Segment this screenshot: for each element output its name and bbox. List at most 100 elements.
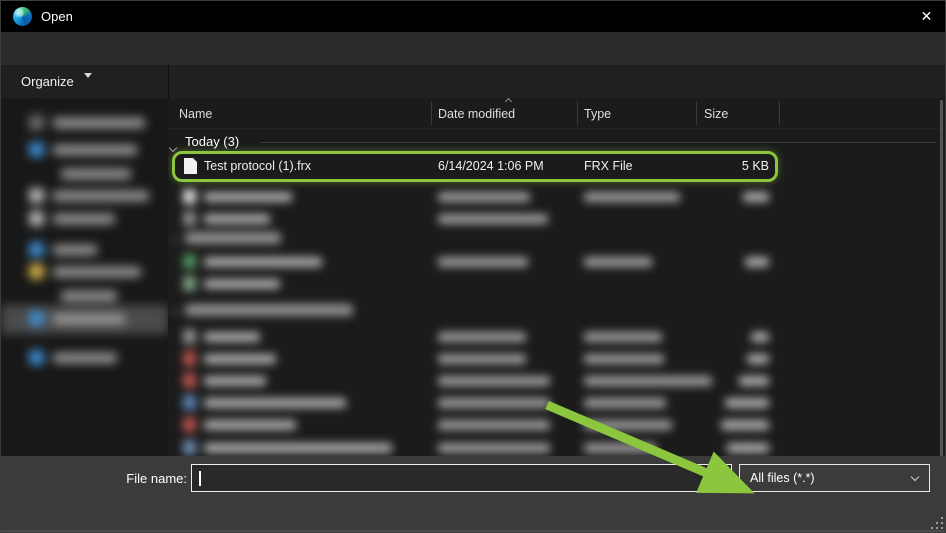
redacted-blob [183,189,196,204]
file-type-select[interactable]: All files (*.*) [739,464,930,492]
sidebar-item-icon [29,142,44,157]
organize-label: Organize [21,74,74,89]
blurred-file-row[interactable] [168,438,938,456]
file-date-modified: 6/14/2024 1:06 PM [438,159,544,173]
redacted-blob [53,118,145,128]
redacted-blob [185,304,353,316]
redacted-blob [183,351,196,366]
vertical-scrollbar[interactable] [940,100,943,456]
sidebar-item-icon [29,242,44,257]
redacted-blob [183,373,196,388]
redacted-blob [438,376,550,386]
file-name: Test protocol (1).frx [204,159,311,173]
sidebar-item-icon [29,311,44,326]
blurred-file-row[interactable] [168,327,938,347]
blurred-file-row[interactable] [168,371,938,391]
sidebar-item[interactable] [1,141,168,161]
redacted-blob [747,354,769,364]
redacted-blob [438,257,528,267]
close-button[interactable]: ✕ [906,1,946,32]
redacted-blob [438,420,550,430]
redacted-blob [751,332,769,342]
file-doc-icon [184,158,197,174]
redacted-blob [53,145,137,155]
redacted-blob [739,376,769,386]
redacted-blob [584,376,712,386]
redacted-blob [204,443,392,453]
redacted-blob [204,192,292,202]
redacted-blob [183,254,196,269]
resize-grip[interactable] [929,517,945,531]
sidebar-item[interactable] [1,187,168,207]
blurred-file-row[interactable] [168,252,938,272]
edge-logo-icon [13,7,32,26]
title-bar: Open ✕ [1,1,946,32]
redacted-blob [584,257,652,267]
redacted-blob [53,245,97,255]
sidebar-item-icon [29,188,44,203]
filename-combo-chevron-icon[interactable] [715,474,723,482]
sidebar-item[interactable] [1,349,168,369]
chevron-down-icon [170,234,178,242]
file-name-label: File name: [119,471,187,486]
redacted-blob [183,395,196,410]
redacted-blob [183,211,196,226]
redacted-blob [183,417,196,432]
blurred-file-row[interactable] [168,393,938,413]
blurred-file-row[interactable] [168,349,938,369]
redacted-blob [438,192,530,202]
redacted-blob [438,214,548,224]
redacted-blob [53,267,141,277]
sidebar-blurred-items [1,98,168,456]
blurred-file-row[interactable] [168,187,938,207]
redacted-blob [721,420,769,430]
redacted-blob [53,353,117,363]
close-icon: ✕ [921,8,933,25]
redacted-blob [438,332,526,342]
sidebar-item[interactable] [1,263,168,283]
redacted-blob [204,214,270,224]
redacted-blob [584,354,664,364]
redacted-blob [204,279,280,289]
sidebar-item-icon [29,350,44,365]
sidebar-item[interactable] [1,241,168,261]
redacted-blob [584,420,672,430]
file-list-area: Name Date modified Type Size Today (3) T… [168,98,946,456]
blurred-file-row[interactable] [168,209,938,229]
redacted-blob [727,443,769,453]
text-cursor [199,471,201,486]
organize-menu-button[interactable]: Organize [21,65,92,98]
open-dialog-window: Open ✕ ← → ↑ › This PC › Downloads ↻ Sea… [0,0,946,533]
filetype-select-chevron-icon [911,473,919,481]
redacted-blob [438,443,550,453]
sidebar-item[interactable] [1,310,168,330]
redacted-blob [61,291,117,301]
sidebar-item[interactable] [1,210,168,230]
command-toolbar: Organize New folder ? [1,65,946,98]
redacted-blob [53,314,125,324]
blurred-file-row[interactable] [168,274,938,294]
redacted-blob [53,214,115,224]
sidebar-item[interactable] [1,114,168,134]
file-row-test-protocol[interactable]: Test protocol (1).frx 6/14/2024 1:06 PM … [168,152,780,181]
file-name-input[interactable] [191,464,732,492]
blurred-file-row[interactable] [168,415,938,435]
file-size: 5 KB [708,159,769,173]
redacted-blob [204,354,276,364]
file-type: FRX File [584,159,633,173]
navigation-bar: ← → ↑ › This PC › Downloads ↻ Search Dow… [1,32,946,65]
redacted-blob [204,398,346,408]
window-title: Open [41,9,73,24]
redacted-blob [745,257,769,267]
redacted-blob [584,192,680,202]
sidebar-item[interactable] [1,165,168,185]
sidebar-item-icon [29,115,44,130]
sidebar-item-icon [29,264,44,279]
chevron-down-icon [170,306,178,314]
redacted-blob [584,332,662,342]
redacted-blob [185,232,281,244]
redacted-blob [204,376,266,386]
navigation-sidebar[interactable] [1,98,168,456]
file-type-value: All files (*.*) [750,471,815,485]
sidebar-item[interactable] [1,287,168,307]
